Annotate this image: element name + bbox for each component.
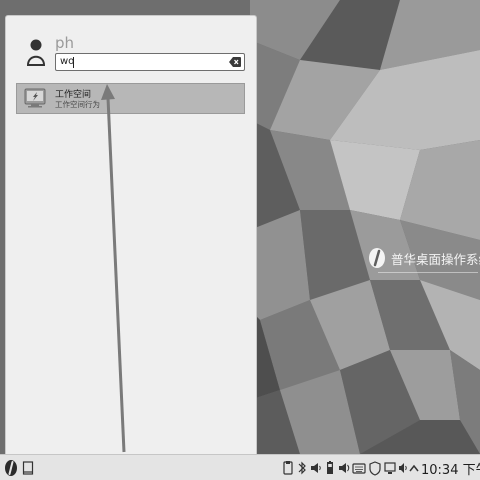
sound-icon[interactable] xyxy=(338,459,350,477)
show-desktop-icon[interactable] xyxy=(22,459,34,477)
search-input[interactable]: wo xyxy=(55,53,245,71)
display-icon[interactable] xyxy=(384,459,396,477)
application-launcher: ph wo 工作空间 工作空间行为 xyxy=(5,15,257,454)
start-menu-button[interactable] xyxy=(4,459,18,477)
battery-icon[interactable] xyxy=(325,459,335,477)
puhua-logo-icon xyxy=(369,248,385,268)
taskbar: 10:34 下午 xyxy=(0,454,480,480)
bluetooth-icon[interactable] xyxy=(297,459,307,477)
user-icon xyxy=(26,39,46,66)
expand-up-icon[interactable] xyxy=(409,459,419,477)
clear-text-icon[interactable] xyxy=(229,57,241,67)
network-icon[interactable] xyxy=(369,459,381,477)
text-caret xyxy=(73,57,74,68)
workspace-icon xyxy=(24,88,46,108)
speaker-icon[interactable] xyxy=(398,459,408,477)
clipboard-icon[interactable] xyxy=(282,459,294,477)
result-subtitle: 工作空间行为 xyxy=(55,100,100,109)
desktop-brand: 普华桌面操作系统 xyxy=(368,246,480,270)
clock[interactable]: 10:34 下午 xyxy=(421,459,480,478)
volume-icon[interactable] xyxy=(310,459,322,477)
search-result-item[interactable]: 工作空间 工作空间行为 xyxy=(16,83,245,114)
brand-text: 普华桌面操作系统 xyxy=(391,251,480,267)
brand-underline xyxy=(378,272,478,273)
user-name: ph xyxy=(55,34,75,52)
keyboard-icon[interactable] xyxy=(352,459,366,477)
